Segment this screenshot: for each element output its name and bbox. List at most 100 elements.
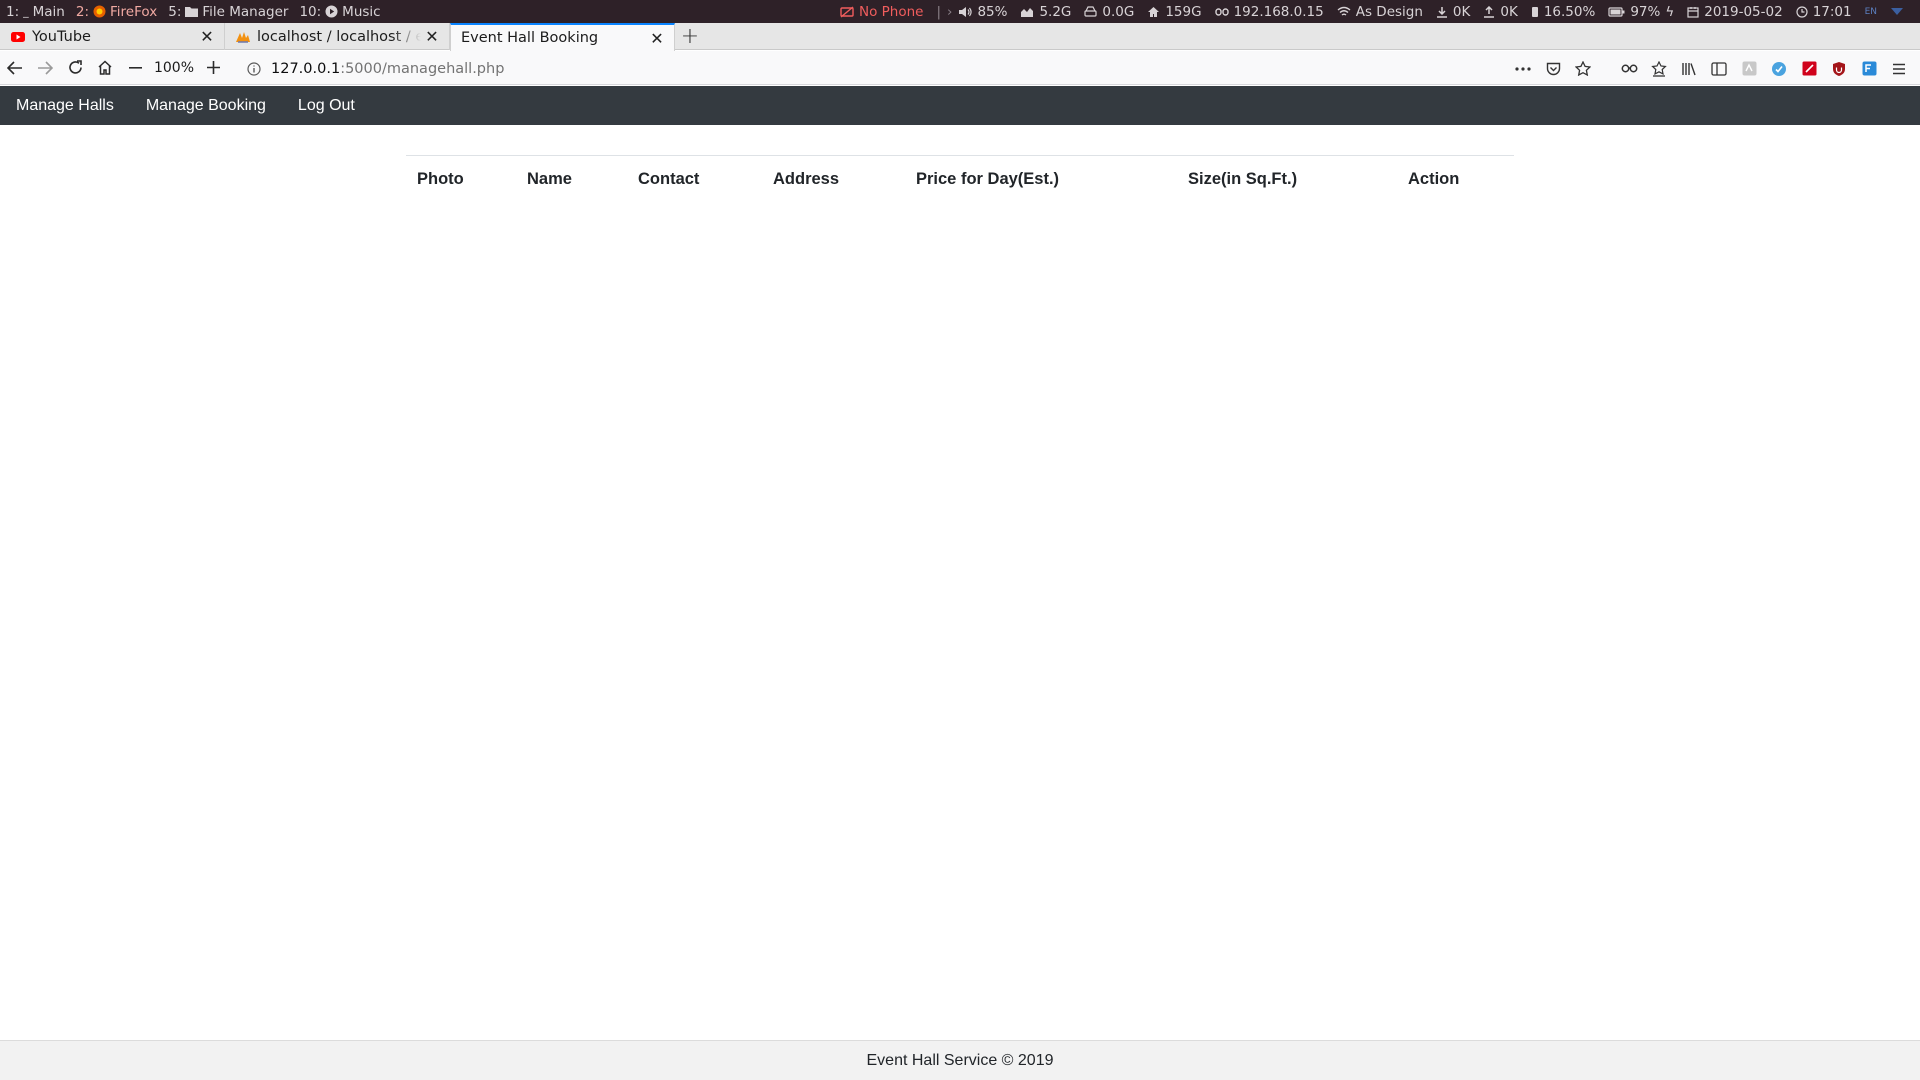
ublock-shield-icon[interactable] xyxy=(1824,55,1854,82)
extension-grey-icon[interactable] xyxy=(1734,55,1764,82)
chevron-right-icon: › xyxy=(947,3,953,20)
speaker-icon xyxy=(958,6,973,18)
phone-label: No Phone xyxy=(859,3,924,20)
tab-youtube[interactable]: YouTube ✕ xyxy=(0,23,225,50)
workspace-main[interactable]: 1: _ Main xyxy=(6,4,65,20)
play-icon xyxy=(325,5,338,18)
download-value: 0K xyxy=(1452,3,1471,20)
workspace-firefox[interactable]: 2: FireFox xyxy=(76,4,157,20)
terminal-icon: _ xyxy=(23,5,29,18)
workspace-number: 5: xyxy=(168,3,182,20)
extension-blue-circle-icon[interactable] xyxy=(1764,55,1794,82)
close-icon[interactable]: ✕ xyxy=(421,26,443,48)
upload-value: 0K xyxy=(1500,3,1518,20)
pocket-icon[interactable] xyxy=(1538,55,1568,82)
swap-status: 0.0G xyxy=(1084,4,1134,20)
keyboard-layout[interactable]: EN xyxy=(1865,7,1877,17)
ip-address: 192.168.0.15 xyxy=(1233,3,1324,20)
workspace-label: Main xyxy=(32,3,65,20)
back-button[interactable] xyxy=(0,53,30,83)
clock-status: 17:01 xyxy=(1796,4,1852,20)
downloads-star-icon[interactable] xyxy=(1644,55,1674,82)
memory-status: 5.2G xyxy=(1020,4,1071,20)
battery-icon xyxy=(1608,6,1625,17)
tab-phpmyadmin[interactable]: localhost / localhost / ev ✕ xyxy=(225,23,450,50)
table-header: Photo Name Contact Address Price for Day… xyxy=(406,155,1514,200)
volume-status[interactable]: 85% xyxy=(958,4,1007,20)
workspace-number: 10: xyxy=(299,3,322,20)
date-status: 2019-05-02 xyxy=(1687,4,1783,20)
phpmyadmin-icon xyxy=(235,29,251,45)
clock-icon xyxy=(1796,5,1808,18)
memory-value: 5.2G xyxy=(1039,3,1072,20)
home-button[interactable] xyxy=(90,53,120,83)
close-icon[interactable]: ✕ xyxy=(646,27,668,49)
wifi-icon xyxy=(1337,6,1351,17)
download-status: 0K xyxy=(1436,4,1470,20)
column-header-price: Price for Day(Est.) xyxy=(905,155,1177,200)
tray-icon[interactable] xyxy=(1890,7,1904,16)
reload-icon xyxy=(68,60,82,74)
footer-text: Event Hall Service © 2019 xyxy=(866,1051,1054,1069)
table-header-row: Photo Name Contact Address Price for Day… xyxy=(406,155,1514,200)
home-icon xyxy=(1147,6,1160,18)
page-actions-icon[interactable] xyxy=(1508,55,1538,82)
workspace-number: 1: xyxy=(6,3,20,20)
page-footer: Event Hall Service © 2019 xyxy=(0,1040,1920,1080)
nav-manage-booking[interactable]: Manage Booking xyxy=(146,97,266,115)
library-icon[interactable] xyxy=(1674,55,1704,82)
column-header-contact: Contact xyxy=(627,155,762,200)
download-icon xyxy=(1436,6,1448,18)
workspace-music[interactable]: 10: Music xyxy=(299,4,380,20)
minus-icon xyxy=(128,66,142,69)
nav-log-out[interactable]: Log Out xyxy=(298,97,355,115)
column-header-address: Address xyxy=(762,155,905,200)
hamburger-menu-icon[interactable] xyxy=(1884,55,1914,82)
calendar-icon xyxy=(1687,6,1699,18)
firefox-icon xyxy=(93,5,106,18)
column-header-name: Name xyxy=(516,155,627,200)
info-icon[interactable] xyxy=(243,58,265,80)
close-icon[interactable]: ✕ xyxy=(196,26,218,48)
folder-icon xyxy=(185,6,199,17)
bookmark-star-icon[interactable] xyxy=(1568,55,1598,82)
extension-blue-square-icon[interactable] xyxy=(1854,55,1884,82)
forward-arrow-icon xyxy=(38,60,53,75)
volume-value: 85% xyxy=(977,3,1008,20)
new-tab-button[interactable]: + xyxy=(675,23,705,49)
home-disk-value: 159G xyxy=(1165,3,1202,20)
extension-red-pen-icon[interactable] xyxy=(1794,55,1824,82)
upload-icon xyxy=(1483,5,1495,18)
url-host: 127.0.0.1 xyxy=(271,60,341,77)
wifi-status[interactable]: As Design xyxy=(1337,4,1423,20)
nav-manage-halls[interactable]: Manage Halls xyxy=(16,97,114,115)
zoom-level[interactable]: 100% xyxy=(150,60,198,76)
sidebar-icon[interactable] xyxy=(1704,55,1734,82)
time-value: 17:01 xyxy=(1812,3,1852,20)
no-phone-icon xyxy=(840,5,854,18)
back-arrow-icon xyxy=(7,60,22,75)
tab-event-hall-booking[interactable]: Event Hall Booking ✕ xyxy=(450,23,675,51)
halls-table-container: Photo Name Contact Address Price for Day… xyxy=(406,155,1514,200)
url-bar[interactable]: 127.0.0.1:5000/managehall.php xyxy=(243,55,1920,82)
charging-icon: ϟ xyxy=(1665,3,1675,20)
zoom-in-button[interactable] xyxy=(198,53,228,83)
incognito-mask-icon[interactable] xyxy=(1614,55,1644,82)
home-disk-status: 159G xyxy=(1147,3,1202,20)
reload-button[interactable] xyxy=(60,53,90,83)
browser-tab-strip: YouTube ✕ localhost / localhost / ev ✕ E… xyxy=(0,23,1920,51)
youtube-icon xyxy=(10,29,26,45)
column-header-photo: Photo xyxy=(406,155,516,200)
forward-button[interactable] xyxy=(30,53,60,83)
workspace-list: 1: _ Main 2: FireFox 5: File Manager 10:… xyxy=(0,4,392,20)
memory-chart-icon xyxy=(1020,6,1034,18)
column-header-size: Size(in Sq.Ft.) xyxy=(1177,155,1397,200)
phone-status: No Phone xyxy=(840,4,923,20)
battery-status: 97% ϟ xyxy=(1608,4,1674,20)
workspace-file-manager[interactable]: 5: File Manager xyxy=(168,4,288,20)
cpu-value: 16.50% xyxy=(1543,3,1596,20)
tab-title: YouTube xyxy=(32,28,91,45)
zoom-out-button[interactable] xyxy=(120,53,150,83)
cpu-status: 16.50% xyxy=(1531,4,1595,20)
hard-disk-icon xyxy=(1084,6,1097,17)
